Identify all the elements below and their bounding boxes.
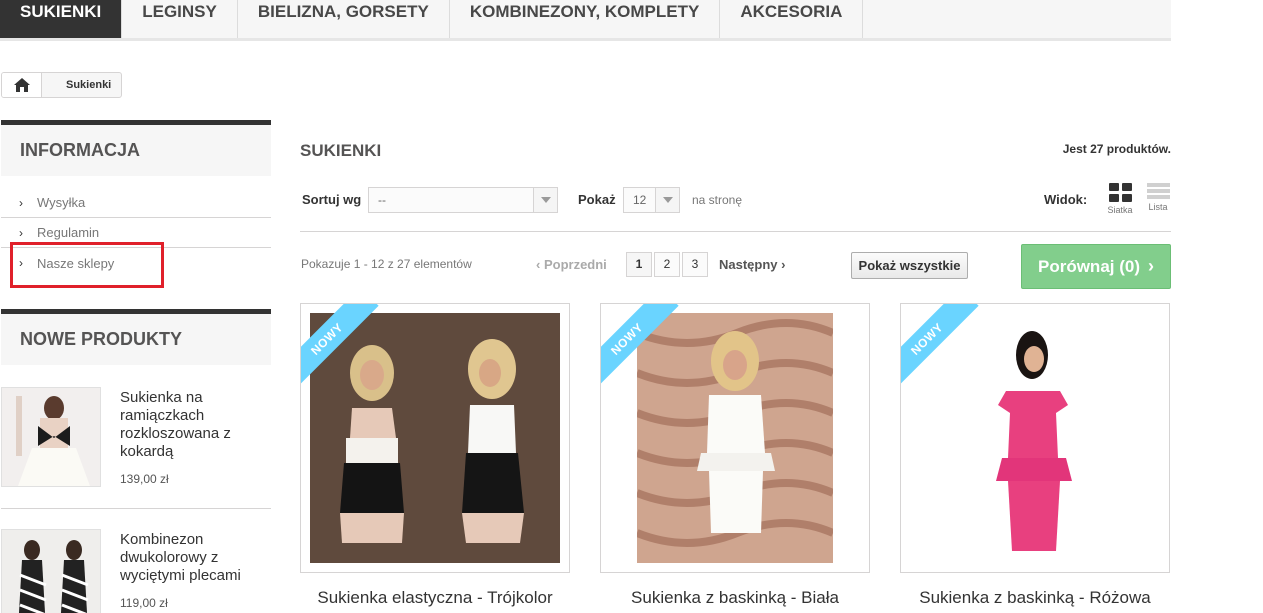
page-number[interactable]: 1 xyxy=(626,252,652,277)
new-product-price: 119,00 zł xyxy=(120,596,168,610)
new-products-title: NOWE PRODUKTY xyxy=(1,309,271,365)
per-page-select[interactable]: 12 xyxy=(623,187,680,213)
product-name[interactable]: Sukienka z baskinką - Biała xyxy=(600,588,870,608)
chevron-down-icon xyxy=(655,188,679,212)
menu-item-bielizna[interactable]: BIELIZNA, GORSETY xyxy=(238,0,450,38)
show-all-button[interactable]: Pokaż wszystkie xyxy=(851,252,968,279)
new-product-name[interactable]: Sukienka na ramiączkach rozkloszowana z … xyxy=(120,389,255,461)
view-label: Widok: xyxy=(1044,192,1088,207)
grid-icon xyxy=(1108,183,1132,202)
chevron-right-icon: › xyxy=(19,195,23,210)
page-title: SUKIENKI xyxy=(300,141,382,160)
product-thumbnail[interactable] xyxy=(1,387,101,487)
product-thumbnail[interactable] xyxy=(1,529,101,613)
sort-label: Sortuj wg xyxy=(302,192,362,207)
product-card[interactable]: NOWY xyxy=(600,303,870,573)
view-list-button[interactable]: Lista xyxy=(1143,183,1173,212)
new-badge: NOWY xyxy=(301,304,391,396)
show-label: Pokaż xyxy=(578,192,616,207)
breadcrumb-current: Sukienki xyxy=(66,79,112,91)
page-number[interactable]: 2 xyxy=(654,252,680,277)
chevron-right-icon: › xyxy=(19,225,23,240)
divider xyxy=(300,231,1171,232)
pagination-previous[interactable]: ‹ Poprzedni xyxy=(536,257,607,272)
menu-item-akcesoria[interactable]: AKCESORIA xyxy=(720,0,864,38)
home-icon xyxy=(13,78,30,92)
info-item-wysylka[interactable]: › Wysyłka xyxy=(1,188,271,218)
chevron-right-icon: › xyxy=(777,257,786,272)
view-grid-button[interactable]: Siatka xyxy=(1105,183,1135,215)
compare-button[interactable]: Porównaj (0) › xyxy=(1021,244,1171,289)
divider xyxy=(1,508,271,509)
chevron-right-icon: › xyxy=(1148,256,1154,276)
new-badge: NOWY xyxy=(601,304,691,396)
list-icon xyxy=(1146,183,1170,199)
menu-item-leginsy[interactable]: LEGINSY xyxy=(122,0,238,38)
new-badge: NOWY xyxy=(901,304,991,396)
new-product-name[interactable]: Kombinezon dwukolorowy z wyciętymi pleca… xyxy=(120,531,255,585)
page-number[interactable]: 3 xyxy=(682,252,708,277)
product-name[interactable]: Sukienka z baskinką - Różowa xyxy=(900,588,1170,608)
new-product-price: 139,00 zł xyxy=(120,472,169,486)
pagination-next[interactable]: Następny › xyxy=(719,257,785,272)
chevron-left-icon: ‹ xyxy=(536,257,544,272)
product-count: Jest 27 produktów. xyxy=(1062,142,1171,156)
menu-item-sukienki[interactable]: SUKIENKI xyxy=(0,0,123,38)
highlight-box xyxy=(10,242,164,288)
results-text: Pokazuje 1 - 12 z 27 elementów xyxy=(301,257,472,271)
breadcrumb-home-link[interactable] xyxy=(2,73,42,97)
chevron-down-icon xyxy=(533,188,557,212)
product-name[interactable]: Sukienka elastyczna - Trójkolor xyxy=(300,588,570,608)
product-card[interactable]: NOWY xyxy=(900,303,1170,573)
per-page-text: na stronę xyxy=(692,193,743,207)
product-card[interactable]: NOWY xyxy=(300,303,570,573)
top-menu: SUKIENKI LEGINSY BIELIZNA, GORSETY KOMBI… xyxy=(0,0,1171,41)
menu-item-kombinezony[interactable]: KOMBINEZONY, KOMPLETY xyxy=(450,0,721,38)
breadcrumb: Sukienki xyxy=(1,72,123,98)
sort-select[interactable]: -- xyxy=(368,187,558,213)
info-block-title: INFORMACJA xyxy=(1,120,271,176)
